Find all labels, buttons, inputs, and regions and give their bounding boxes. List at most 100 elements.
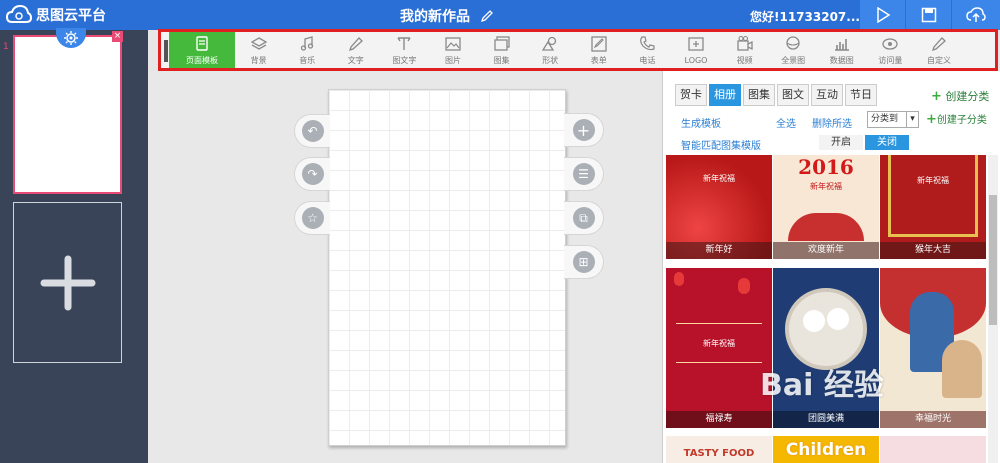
create-category-label: 创建分类 [945, 90, 990, 103]
plus-icon: + [926, 112, 937, 127]
category-select-value: 分类到 [871, 114, 899, 124]
tool-video[interactable]: 视频 [721, 32, 769, 68]
tool-layers[interactable]: 背景 [235, 32, 283, 68]
list-button[interactable]: ☰ [564, 157, 604, 191]
grid-icon: ⊞ [572, 251, 595, 273]
tool-custom-pen[interactable]: 自定义 [915, 32, 963, 68]
tool-panorama[interactable]: 全景图 [769, 32, 817, 68]
tool-image-text[interactable]: 图文字 [380, 32, 428, 68]
template-decoration [788, 213, 864, 241]
category-tab[interactable]: 图文 [777, 84, 809, 106]
template-card[interactable]: 新年祝福 新年好 [666, 155, 772, 259]
page-thumbnail[interactable] [13, 35, 122, 194]
save-button[interactable] [905, 0, 951, 30]
undo-button[interactable]: ↶ [294, 114, 330, 148]
toggle-off[interactable]: 关闭 [865, 135, 909, 150]
preview-button[interactable] [859, 0, 905, 30]
create-category-link[interactable]: + 创建分类 [931, 88, 989, 104]
tool-label: 音乐 [299, 55, 316, 65]
template-overlay-text: 新年祝福 [703, 174, 735, 183]
scrollbar-thumb[interactable] [989, 195, 997, 325]
category-select[interactable]: 分类到 ▾ [867, 111, 919, 128]
template-card[interactable]: 新年祝福 猴年大吉 [880, 155, 986, 259]
image-text-icon [397, 36, 411, 50]
list-icon: ☰ [572, 163, 595, 185]
favorite-button[interactable]: ☆ [294, 201, 330, 235]
redo-button[interactable]: ↷ [294, 157, 330, 191]
tool-label: 电话 [639, 55, 656, 65]
template-frame [888, 155, 978, 237]
data-chart-icon [834, 38, 849, 51]
template-label: 福禄寿 [666, 411, 772, 428]
lantern-icon [674, 272, 684, 286]
tool-label: 图片 [445, 55, 461, 65]
tool-label: 表单 [590, 55, 607, 65]
tool-label: 页面模板 [186, 55, 218, 65]
category-tab[interactable]: 节日 [845, 84, 877, 106]
publish-button[interactable] [951, 0, 1000, 30]
tool-pen[interactable]: 文字 [332, 32, 380, 68]
tool-data-chart[interactable]: 数据图 [818, 32, 866, 68]
arrange-button[interactable]: ⧉ [564, 201, 604, 235]
template-overlay-text: 2016 [798, 155, 854, 179]
panorama-icon [786, 35, 800, 50]
category-tab[interactable]: 贺卡 [675, 84, 707, 106]
eye-icon [882, 37, 899, 50]
tool-eye[interactable]: 访问量 [866, 32, 914, 68]
shape-icon [542, 36, 557, 51]
tool-gallery[interactable]: 图集 [478, 32, 526, 68]
tool-label: 数据图 [829, 55, 854, 65]
user-greeting[interactable]: 您好!11733207... [750, 8, 860, 25]
category-tab[interactable]: 互动 [811, 84, 843, 106]
form-icon [591, 35, 607, 52]
generate-template-link[interactable]: 生成模板 [681, 115, 721, 130]
edit-title-icon[interactable] [480, 9, 494, 23]
template-card[interactable]: 2016 新年祝福 欢度新年 [773, 155, 879, 259]
doc-title-text: 我的新作品 [400, 9, 470, 25]
template-card[interactable]: Children [773, 436, 879, 463]
template-dumpling [803, 310, 825, 332]
add-element-button[interactable]: + [564, 113, 604, 147]
category-tab[interactable]: 图集 [743, 84, 775, 106]
document-title: 我的新作品 [400, 6, 494, 26]
tool-page-template[interactable]: 页面模板 [169, 32, 235, 68]
template-overlay-text: 新年祝福 [917, 176, 949, 185]
tool-logo[interactable]: LOGO [672, 32, 720, 68]
picture-icon [445, 36, 461, 51]
add-page-button[interactable] [13, 202, 122, 363]
select-all-link[interactable]: 全选 [776, 115, 796, 130]
pen-icon [348, 36, 363, 51]
app-logo[interactable]: 思图云平台 [6, 4, 106, 26]
tool-label: 图集 [493, 55, 510, 65]
grid-button[interactable]: ⊞ [564, 245, 604, 279]
tool-label: 形状 [542, 55, 559, 65]
video-icon [736, 35, 753, 51]
plus-icon: + [931, 89, 942, 104]
template-overlay-text: 新年祝福 [703, 339, 735, 348]
template-card[interactable] [880, 436, 986, 463]
tool-form[interactable]: 表单 [575, 32, 623, 68]
template-sub-text: 新年祝福 [810, 182, 842, 191]
custom-pen-icon [931, 36, 946, 51]
app-name: 思图云平台 [36, 8, 106, 24]
delete-page-button[interactable]: × [112, 31, 123, 42]
element-toolbar: 页面模板 背景 音乐 文字 图文字 图片 图集 形状 表单 电话 LOGO 视频 全景图 数据图 访问量 自定… [158, 29, 998, 71]
tool-label: 背景 [250, 55, 267, 65]
template-card[interactable]: TASTY FOOD [666, 436, 772, 463]
create-subcategory-link[interactable]: +创建子分类 [926, 111, 987, 127]
tool-music[interactable]: 音乐 [283, 32, 331, 68]
category-tab[interactable]: 相册 [709, 84, 741, 106]
template-card[interactable]: 团圆美满 [773, 268, 879, 428]
template-card[interactable]: 幸福时光 [880, 268, 986, 428]
tool-phone[interactable]: 电话 [623, 32, 671, 68]
delete-selected-link[interactable]: 删除所选 [812, 115, 852, 130]
tool-shape[interactable]: 形状 [526, 32, 574, 68]
plus-circle-icon: + [572, 119, 595, 141]
smart-match-link[interactable]: 智能匹配图集模版 [681, 137, 761, 152]
tool-picture[interactable]: 图片 [429, 32, 477, 68]
toggle-on[interactable]: 开启 [819, 135, 863, 150]
template-card[interactable]: 新年祝福 福禄寿 [666, 268, 772, 428]
top-bar: 思图云平台 我的新作品 您好!11733207... [0, 0, 1000, 30]
editing-canvas[interactable] [328, 89, 566, 446]
toolbar-drag-handle[interactable] [164, 40, 168, 62]
